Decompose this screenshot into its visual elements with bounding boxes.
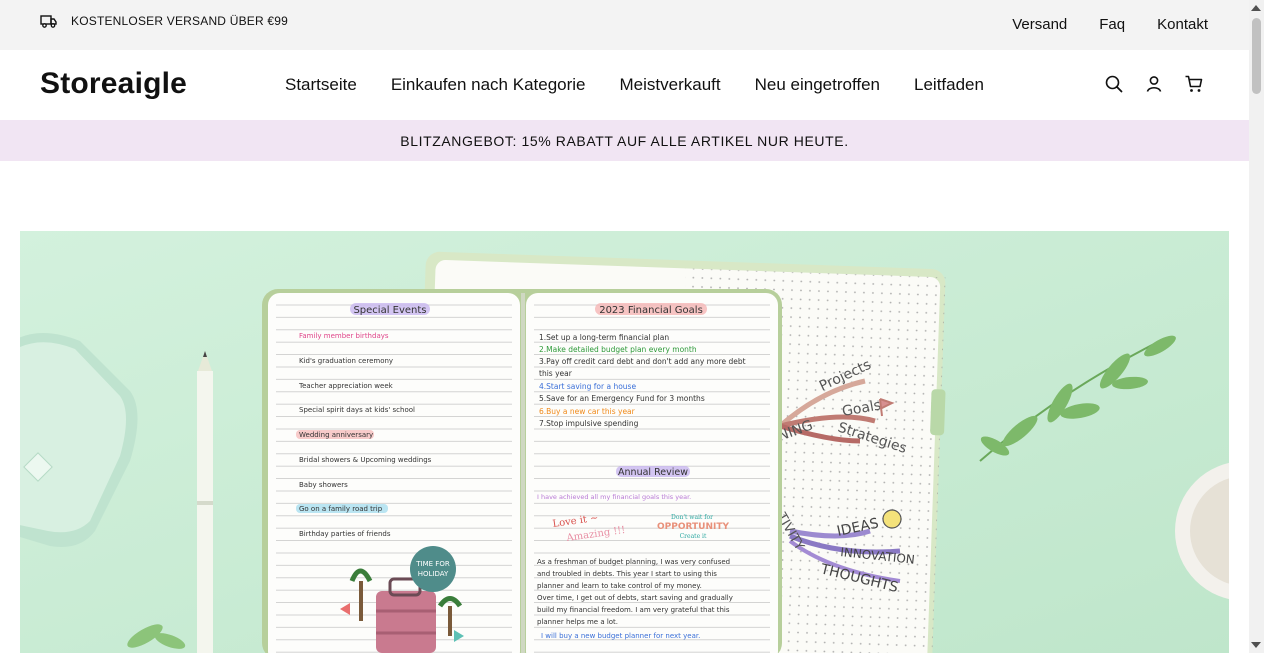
search-icon[interactable] xyxy=(1104,74,1124,94)
utility-links: Versand Faq Kontakt xyxy=(1012,16,1208,33)
review-title: Annual Review xyxy=(618,467,688,478)
svg-text:TIME FOR: TIME FOR xyxy=(415,560,450,568)
shipping-text: KOSTENLOSER VERSAND ÜBER €99 xyxy=(71,14,289,28)
open-notebook: Special Events Family member birthdays K… xyxy=(262,289,782,653)
review-paragraph-line: build my financial freedom. I am very gr… xyxy=(537,606,730,614)
pencil-shape xyxy=(197,351,213,653)
nav-startseite[interactable]: Startseite xyxy=(285,75,357,95)
versand-link[interactable]: Versand xyxy=(1012,16,1067,33)
nav-neu-eingetroffen[interactable]: Neu eingetroffen xyxy=(755,75,880,95)
review-paragraph-line: and troubled in debts. This year I start… xyxy=(537,570,717,578)
page-scrollbar[interactable] xyxy=(1249,0,1264,653)
scrollbar-thumb[interactable] xyxy=(1252,18,1261,94)
main-nav: Startseite Einkaufen nach Kategorie Meis… xyxy=(285,75,984,95)
goal-item: 4.Start saving for a house xyxy=(539,382,636,391)
goal-item: 6.Buy a new car this year xyxy=(539,407,636,416)
review-paragraph-line: Over time, I get out of debts, start sav… xyxy=(537,594,733,602)
promo-text: BLITZANGEBOT: 15% RABATT AUF ALLE ARTIKE… xyxy=(400,132,849,149)
site-header: Storeaigle Startseite Einkaufen nach Kat… xyxy=(0,50,1249,120)
event-item: Baby showers xyxy=(299,481,348,489)
cart-icon[interactable] xyxy=(1184,74,1204,94)
event-item: Go on a family road trip xyxy=(299,505,383,513)
review-paragraph-line: planner and learn to take control of my … xyxy=(537,582,702,590)
dont-wait-text: Don't wait for xyxy=(671,514,713,521)
shipping-notice: KOSTENLOSER VERSAND ÜBER €99 xyxy=(40,14,288,28)
event-item: Bridal showers & Upcoming weddings xyxy=(299,456,432,464)
event-item: Wedding anniversary xyxy=(299,431,373,439)
nav-einkaufen-nach-kategorie[interactable]: Einkaufen nach Kategorie xyxy=(391,75,586,95)
event-item: Family member birthdays xyxy=(299,332,389,340)
scroll-up-icon[interactable] xyxy=(1251,5,1261,11)
create-text: Create it xyxy=(680,533,707,540)
goal-item: 5.Save for an Emergency Fund for 3 month… xyxy=(539,394,705,403)
goal-item: 2.Make detailed budget plan every month xyxy=(539,345,697,354)
store-logo[interactable]: Storeaigle xyxy=(40,67,187,101)
review-paragraph-line: planner helps me a lot. xyxy=(537,618,618,626)
opportunity-text: OPPORTUNITY xyxy=(657,522,729,532)
goal-item: 7.Stop impulsive spending xyxy=(539,419,639,428)
nav-leitfaden[interactable]: Leitfaden xyxy=(914,75,984,95)
review-paragraph-line: As a freshman of budget planning, I was … xyxy=(537,558,730,566)
faq-link[interactable]: Faq xyxy=(1099,16,1125,33)
goal-item: 1.Set up a long-term financial plan xyxy=(539,333,669,342)
truck-icon xyxy=(40,14,57,28)
kontakt-link[interactable]: Kontakt xyxy=(1157,16,1208,33)
event-item: Teacher appreciation week xyxy=(298,382,394,390)
goal-item: 3.Pay off credit card debt and don't add… xyxy=(539,357,746,366)
nav-meistverkauft[interactable]: Meistverkauft xyxy=(620,75,721,95)
promo-banner: BLITZANGEBOT: 15% RABATT AUF ALLE ARTIKE… xyxy=(0,120,1249,161)
scroll-down-icon[interactable] xyxy=(1251,642,1261,648)
goal-item: this year xyxy=(539,369,573,378)
review-line: I have achieved all my financial goals t… xyxy=(537,493,691,501)
event-item: Birthday parties of friends xyxy=(299,530,391,538)
hero-image[interactable]: Projects Goals Strategies NING TIVITY ID… xyxy=(20,231,1229,653)
svg-text:HOLIDAY: HOLIDAY xyxy=(418,570,449,578)
left-page-title: Special Events xyxy=(353,305,426,316)
event-item: Special spirit days at kids' school xyxy=(299,406,415,414)
announcement-bar: KOSTENLOSER VERSAND ÜBER €99 Versand Faq… xyxy=(0,0,1249,50)
hero-illustration: Projects Goals Strategies NING TIVITY ID… xyxy=(20,231,1229,653)
header-icons xyxy=(1104,74,1204,94)
account-icon[interactable] xyxy=(1144,74,1164,94)
review-closing: I will buy a new budget planner for next… xyxy=(541,632,700,640)
event-item: Kid's graduation ceremony xyxy=(299,357,393,365)
right-page-title: 2023 Financial Goals xyxy=(599,305,703,316)
